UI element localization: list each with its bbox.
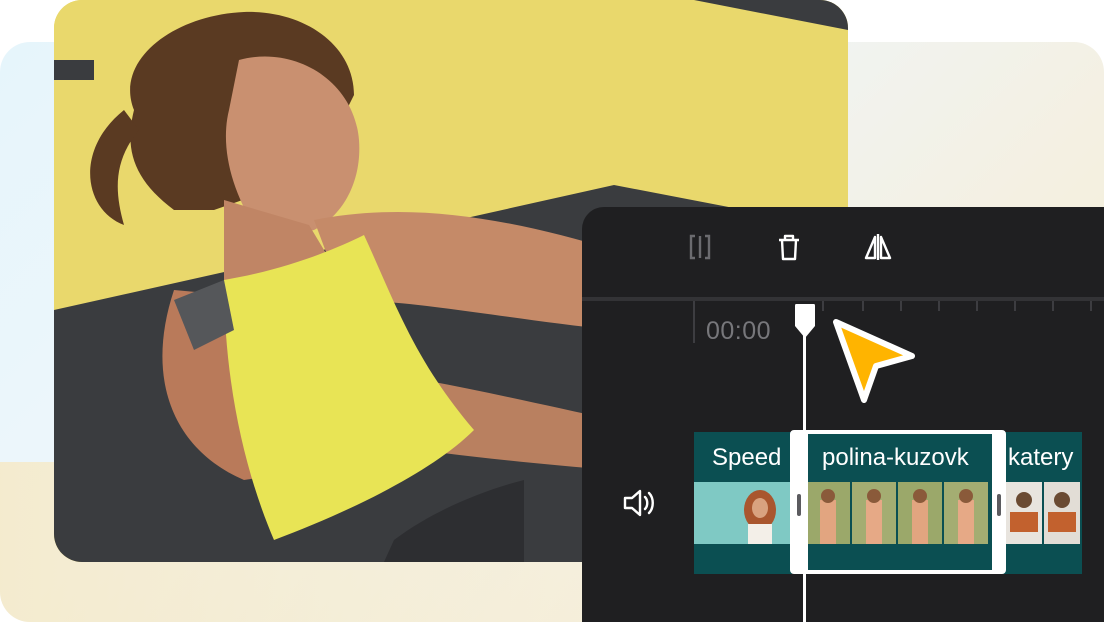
clip-label: katery (1008, 444, 1074, 471)
ruler-start-marker (693, 301, 695, 343)
clip-label: Speed (712, 444, 782, 471)
cursor-arrow-icon (828, 316, 920, 408)
clip-frame (1044, 482, 1080, 544)
timecode-label: 00:00 (706, 317, 772, 345)
flip-icon[interactable] (860, 229, 896, 265)
playhead-handle[interactable] (793, 302, 817, 340)
trim-handle-left[interactable] (797, 494, 801, 516)
speaker-icon[interactable] (620, 483, 660, 523)
trash-icon[interactable] (771, 229, 807, 265)
clip-thumbnail (694, 482, 792, 544)
clip-thumbnail-strip (998, 482, 1082, 544)
split-icon[interactable] (682, 229, 718, 265)
clip-speed[interactable]: Speed (694, 432, 792, 574)
clip-thumbnail-strip (694, 482, 792, 544)
playhead-line (803, 330, 806, 622)
clip-katery[interactable]: katery (998, 432, 1082, 574)
timeline-ruler (582, 301, 1104, 313)
trim-handle-right[interactable] (997, 494, 1001, 516)
clip-selection-frame[interactable] (790, 430, 1006, 574)
clip-frame (1006, 482, 1042, 544)
